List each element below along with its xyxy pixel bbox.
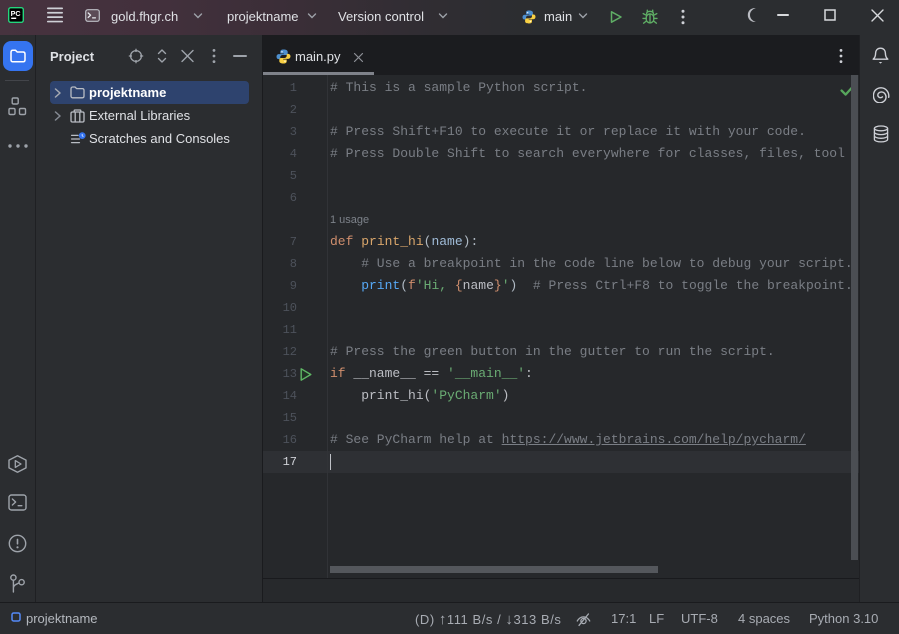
svg-text:PC: PC <box>11 9 21 18</box>
